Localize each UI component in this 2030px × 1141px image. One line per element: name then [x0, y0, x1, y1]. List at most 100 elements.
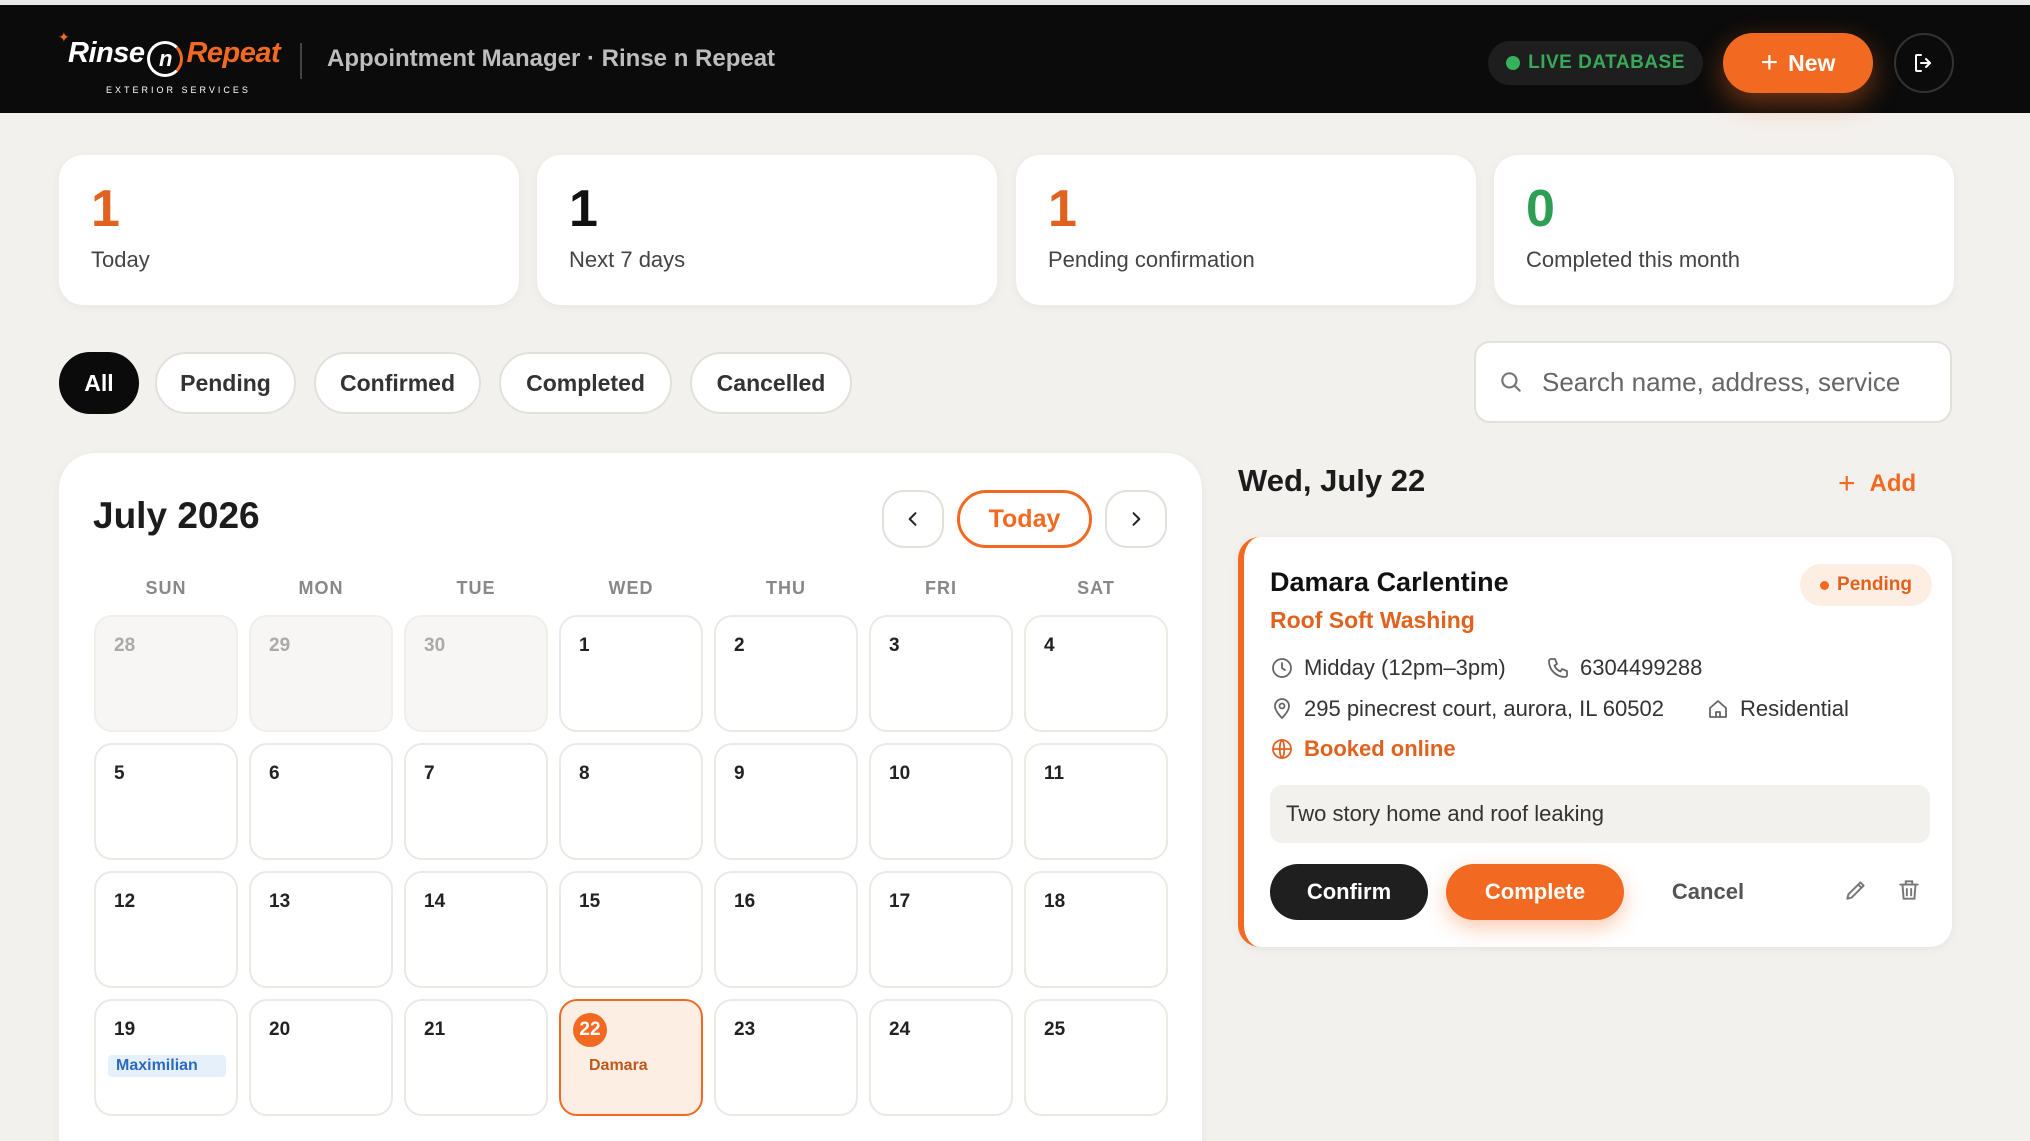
filter-all[interactable]: All [59, 352, 139, 414]
calendar-day-12[interactable]: 12 [94, 871, 238, 988]
weekday-header-tue: TUE [456, 578, 496, 598]
new-button-label: New [1788, 49, 1836, 76]
previous-month-button[interactable] [882, 490, 944, 548]
weekday-header-wed: WED [608, 578, 654, 598]
calendar-day-20[interactable]: 20 [249, 999, 393, 1116]
booking-source: Booked online [1270, 736, 1456, 762]
day-number: 23 [734, 1019, 756, 1040]
home-icon [1709, 700, 1727, 718]
stat-value: 1 [91, 180, 120, 238]
add-appointment-link[interactable]: + Add [1838, 467, 1916, 501]
calendar-day-3[interactable]: 3 [869, 615, 1013, 732]
calendar-day-25[interactable]: 25 [1024, 999, 1168, 1116]
logo-tagline: EXTERIOR SERVICES [106, 85, 251, 95]
next-month-button[interactable] [1105, 490, 1167, 548]
search-input[interactable] [1542, 366, 1942, 398]
stat-label: Today [91, 247, 150, 272]
day-number: 28 [114, 635, 136, 656]
header-divider [300, 43, 302, 79]
calendar-day-prev-30[interactable]: 30 [404, 615, 548, 732]
chevron-right-icon [1132, 512, 1141, 526]
day-number: 5 [114, 763, 125, 784]
calendar-day-4[interactable]: 4 [1024, 615, 1168, 732]
booking-source-text: Booked online [1304, 736, 1456, 761]
calendar-day-1[interactable]: 1 [559, 615, 703, 732]
logo-word-repeat: Repeat [186, 37, 281, 69]
cancel-button[interactable]: Cancel [1648, 864, 1768, 920]
plus-icon: + [1838, 467, 1856, 500]
appointment-card[interactable]: Damara Carlentine Roof Soft Washing Pend… [1238, 537, 1952, 947]
day-number: 20 [269, 1019, 291, 1040]
app-title: Appointment Manager · Rinse n Repeat [327, 45, 776, 72]
property-type-text: Residential [1740, 696, 1849, 721]
calendar-day-16[interactable]: 16 [714, 871, 858, 988]
pencil-icon [1846, 881, 1865, 900]
new-appointment-button[interactable]: + New [1723, 33, 1873, 93]
calendar-day-11[interactable]: 11 [1024, 743, 1168, 860]
logo-word-rinse: Rinse [68, 37, 145, 69]
appointment-phone[interactable]: 6304499288 [1546, 655, 1702, 681]
day-number: 22 [573, 1013, 607, 1047]
chevron-left-icon [908, 512, 917, 526]
globe-icon [1272, 738, 1292, 760]
live-database-badge: LIVE DATABASE [1488, 41, 1703, 85]
live-database-label: LIVE DATABASE [1528, 52, 1685, 73]
day-number: 18 [1044, 891, 1066, 912]
day-number: 14 [424, 891, 446, 912]
today-button[interactable]: Today [957, 490, 1092, 548]
calendar-day-prev-28[interactable]: 28 [94, 615, 238, 732]
weekday-header-sat: SAT [1077, 578, 1115, 598]
calendar-day-22[interactable]: 22 Damara [559, 999, 703, 1116]
status-badge-label: Pending [1837, 574, 1912, 595]
calendar-day-7[interactable]: 7 [404, 743, 548, 860]
status-badge: Pending [1800, 564, 1932, 606]
day-number: 15 [579, 891, 601, 912]
stat-card-today: 1 Today [59, 155, 519, 305]
filter-confirmed[interactable]: Confirmed [314, 352, 481, 414]
brand-logo[interactable]: ✦ Rinse n Repeat EXTERIOR SERVICES [58, 27, 288, 97]
calendar-day-2[interactable]: 2 [714, 615, 858, 732]
complete-button[interactable]: Complete [1446, 864, 1624, 920]
filter-completed[interactable]: Completed [499, 352, 672, 414]
calendar-day-13[interactable]: 13 [249, 871, 393, 988]
calendar-day-15[interactable]: 15 [559, 871, 703, 988]
stat-value: 1 [569, 180, 598, 238]
status-dot-icon [1506, 56, 1521, 70]
calendar-day-18[interactable]: 18 [1024, 871, 1168, 988]
calendar-day-8[interactable]: 8 [559, 743, 703, 860]
calendar-day-21[interactable]: 21 [404, 999, 548, 1116]
day-number: 29 [269, 635, 291, 656]
day-number: 7 [424, 763, 435, 784]
trash-icon [1899, 880, 1919, 900]
calendar-event-chip[interactable]: Maximilian [108, 1055, 226, 1077]
service-name: Roof Soft Washing [1270, 607, 1475, 633]
calendar-day-9[interactable]: 9 [714, 743, 858, 860]
confirm-button[interactable]: Confirm [1270, 864, 1428, 920]
filter-pending[interactable]: Pending [155, 352, 296, 414]
calendar-day-6[interactable]: 6 [249, 743, 393, 860]
selected-date-title: Wed, July 22 [1238, 463, 1426, 498]
calendar-day-10[interactable]: 10 [869, 743, 1013, 860]
delete-button[interactable] [1889, 870, 1929, 910]
calendar-day-24[interactable]: 24 [869, 999, 1013, 1116]
calendar-panel: July 2026 Today SUN MON TUE WED THU FRI SAT 28… [59, 453, 1202, 1141]
day-number: 11 [1044, 763, 1065, 784]
calendar-day-prev-29[interactable]: 29 [249, 615, 393, 732]
day-number: 1 [579, 635, 590, 656]
day-number: 24 [889, 1019, 911, 1040]
calendar-day-14[interactable]: 14 [404, 871, 548, 988]
logout-button[interactable] [1894, 33, 1954, 93]
search-box[interactable] [1474, 341, 1952, 423]
status-dot-icon [1820, 580, 1830, 590]
day-number: 16 [734, 891, 756, 912]
calendar-event-chip[interactable]: Damara [581, 1055, 656, 1077]
weekday-header-fri: FRI [925, 578, 957, 598]
calendar-day-17[interactable]: 17 [869, 871, 1013, 988]
calendar-day-19[interactable]: 19 Maximilian [94, 999, 238, 1116]
filter-cancelled[interactable]: Cancelled [690, 352, 852, 414]
edit-button[interactable] [1836, 870, 1876, 910]
calendar-day-23[interactable]: 23 [714, 999, 858, 1116]
day-number: 13 [269, 891, 291, 912]
appointment-time: Midday (12pm–3pm) [1270, 655, 1506, 681]
calendar-day-5[interactable]: 5 [94, 743, 238, 860]
